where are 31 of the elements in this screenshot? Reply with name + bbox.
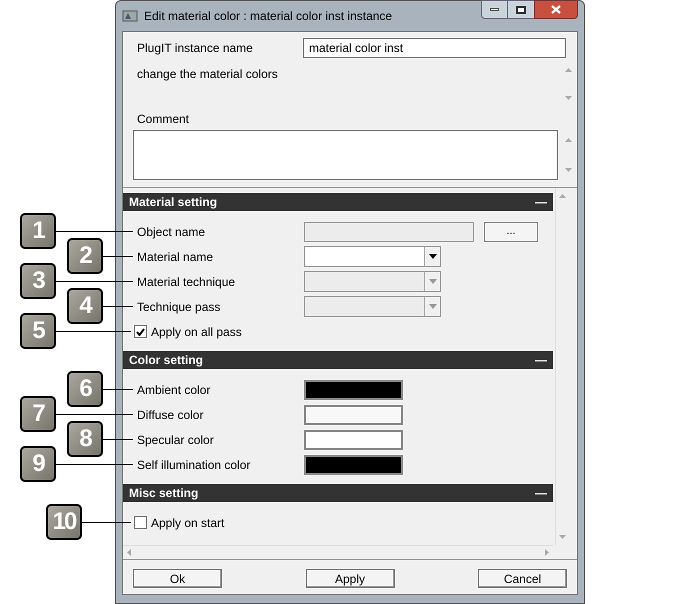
field-label: Material name — [137, 248, 214, 266]
callout-badge: 4 — [67, 288, 103, 324]
field-label: Diffuse color — [137, 406, 204, 424]
callout-badge: 5 — [20, 313, 56, 349]
dialog-button[interactable]: Apply — [306, 569, 394, 588]
section-header[interactable]: Misc setting — — [123, 484, 553, 502]
dialog-button[interactable]: Cancel — [478, 569, 567, 588]
field-label: Ambient color — [137, 382, 212, 398]
callout-badge: 2 — [67, 238, 103, 274]
description-text: change the material colors — [137, 66, 279, 83]
callout-badge: 9 — [20, 446, 56, 482]
window-title: Edit material color : material color inst instance — [144, 8, 394, 25]
checkbox-label: Apply on start — [151, 514, 224, 532]
callout-badge: 1 — [20, 213, 56, 249]
checkbox-label: Apply on all pass — [151, 324, 242, 340]
callout-badge: 3 — [20, 263, 56, 299]
callout-badge: 7 — [20, 396, 56, 432]
callout-badge: 8 — [67, 421, 103, 457]
field-label: Object name — [137, 224, 206, 240]
field-label: PlugIT instance name — [137, 40, 254, 57]
section-header[interactable]: Color setting — — [123, 351, 553, 369]
instance-name-field[interactable]: material color inst — [303, 38, 566, 58]
field-label: Specular color — [137, 432, 215, 448]
callout-badge: 6 — [67, 371, 103, 407]
dialog-button[interactable]: Ok — [133, 569, 222, 588]
field-label: Technique pass — [137, 298, 222, 316]
section-header[interactable]: Material setting — — [123, 193, 553, 211]
callout-badge: 10 — [46, 504, 82, 540]
comment-label: Comment — [137, 111, 190, 128]
field-label: Self illumination color — [137, 456, 252, 474]
field-label: Material technique — [137, 274, 236, 290]
